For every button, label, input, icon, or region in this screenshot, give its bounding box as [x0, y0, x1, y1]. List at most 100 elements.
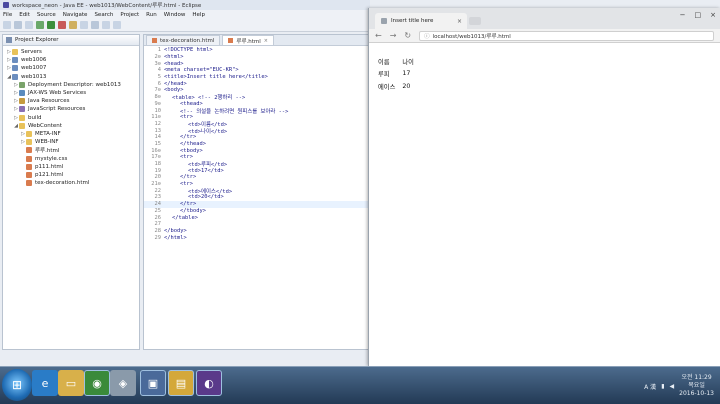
reload-icon[interactable]: ↻ — [404, 31, 411, 40]
line-number: 15 — [154, 140, 162, 147]
tree-item[interactable]: ▷ Deployment Descriptor: web1013 — [3, 81, 139, 89]
annotation-icon[interactable] — [91, 21, 99, 29]
search-icon[interactable] — [80, 21, 88, 29]
internet-explorer-icon[interactable]: e — [32, 370, 58, 396]
line-number: 26 — [154, 214, 162, 221]
folder-icon — [12, 49, 18, 56]
tree-item-label: mystyle.css — [35, 155, 68, 162]
notes-icon[interactable]: ▤ — [168, 370, 194, 396]
line-number: 28 — [154, 227, 162, 234]
tree-item[interactable]: ▷ web1007 — [3, 64, 139, 72]
line-number: 12 — [154, 120, 162, 127]
editor-tab[interactable]: 루루.html × — [222, 35, 274, 45]
menu-project[interactable]: Project — [120, 12, 139, 18]
project-explorer-title: Project Explorer — [15, 37, 59, 43]
table-row: 이름 나이 — [378, 56, 419, 67]
tree-item[interactable]: p121.html — [3, 171, 139, 179]
window-controls: − □ × — [680, 11, 716, 19]
tree-item[interactable]: ▷ JavaScript Resources — [3, 105, 139, 113]
new-tab-button[interactable] — [469, 17, 481, 25]
menu-file[interactable]: File — [3, 12, 12, 18]
menu-help[interactable]: Help — [192, 12, 205, 18]
page-info-icon[interactable]: ⓘ — [424, 32, 430, 40]
menu-window[interactable]: Window — [164, 12, 186, 18]
window-switcher-icon[interactable]: ▣ — [140, 370, 166, 396]
media-icon[interactable]: ◈ — [110, 370, 136, 396]
service-icon — [19, 90, 25, 97]
line-number: 11⊖ — [151, 114, 161, 121]
tree-item[interactable]: tex-decoration.html — [3, 179, 139, 187]
run-icon[interactable] — [47, 21, 55, 29]
tree-item[interactable]: ▷ web1006 — [3, 56, 139, 64]
tree-item[interactable]: p111.html — [3, 163, 139, 171]
start-button[interactable]: ⊞ — [2, 369, 32, 401]
line-number: 14 — [154, 134, 162, 141]
tree-item[interactable]: ▷ Servers — [3, 48, 139, 56]
browser-tab-title: Insert title here — [391, 18, 434, 24]
tree-item[interactable]: ▷ META-INF — [3, 130, 139, 138]
save-icon[interactable] — [14, 21, 22, 29]
editor-tab-label: tex-decoration.html — [160, 37, 215, 44]
close-window-icon[interactable]: × — [710, 11, 716, 19]
network-icon[interactable]: ▮ — [661, 383, 664, 390]
menu-edit[interactable]: Edit — [19, 12, 30, 18]
table-cell: 17 — [402, 70, 411, 78]
back-arrow-icon[interactable]: ← — [375, 31, 382, 40]
line-number: 8⊖ — [154, 94, 162, 101]
volume-icon[interactable]: ◀ — [670, 383, 675, 390]
address-bar[interactable]: ⓘ localhost/web1013/루루.html — [419, 30, 714, 41]
line-number: 23 — [154, 194, 162, 201]
tree-item[interactable]: ▷ WEB-INF — [3, 138, 139, 146]
menu-navigate[interactable]: Navigate — [63, 12, 88, 18]
tree-item[interactable]: 루루.html — [3, 146, 139, 154]
eclipse-title-bar: workspace_neon - Java EE - web1013/WebCo… — [0, 0, 370, 10]
file-icon — [26, 180, 32, 187]
project-explorer: Project Explorer ▷ Servers ▷ web1006 ▷ web100… — [2, 34, 140, 350]
debug-icon[interactable] — [36, 21, 44, 29]
forward-icon[interactable] — [113, 21, 121, 29]
ime-indicator[interactable]: A 漢 — [644, 382, 656, 391]
eclipse-taskbar-icon[interactable]: ◐ — [196, 370, 222, 396]
close-tab-icon[interactable]: × — [457, 18, 462, 25]
menu-run[interactable]: Run — [146, 12, 157, 18]
new-icon[interactable] — [3, 21, 11, 29]
forward-arrow-icon[interactable]: → — [390, 31, 397, 40]
code-text: </tbody> — [180, 207, 206, 214]
menu-source[interactable]: Source — [37, 12, 56, 18]
tree-item[interactable]: ▷ JAX-WS Web Services — [3, 89, 139, 97]
tree-item[interactable]: ◢ WebContent — [3, 122, 139, 130]
file-explorer-icon[interactable]: ▭ — [58, 370, 84, 396]
project-tree: ▷ Servers ▷ web1006 ▷ web1007 ◢ web1013 ▷ Deploym… — [3, 46, 139, 187]
code-line: 27 — [144, 221, 369, 228]
tree-item[interactable]: mystyle.css — [3, 154, 139, 162]
clock-date: 2016-10-13 — [679, 390, 714, 397]
open-type-icon[interactable] — [69, 21, 77, 29]
tree-item-label: build — [28, 114, 42, 121]
back-icon[interactable] — [102, 21, 110, 29]
eclipse-toolbar — [0, 19, 370, 32]
close-editor-icon[interactable]: × — [264, 38, 268, 44]
tree-item-label: Java Resources — [28, 98, 70, 105]
clock-time: 오전 11:29 — [681, 374, 712, 381]
print-icon[interactable] — [25, 21, 33, 29]
browser-tab[interactable]: Insert title here × — [375, 13, 467, 29]
table-cell: 이름 — [378, 58, 390, 66]
clock-weekday: 목요일 — [688, 382, 705, 389]
chrome-icon[interactable]: ◉ — [84, 370, 110, 396]
tree-item[interactable]: ◢ web1013 — [3, 73, 139, 81]
maximize-icon[interactable]: □ — [695, 11, 702, 19]
tree-item[interactable]: ▷ build — [3, 114, 139, 122]
clock[interactable]: 오전 11:29 목요일 2016-10-13 — [679, 374, 714, 398]
line-number: 2⊖ — [154, 54, 162, 61]
tree-item[interactable]: ▷ Java Resources — [3, 97, 139, 105]
project-explorer-tab[interactable]: Project Explorer — [3, 35, 139, 46]
code-area[interactable]: 1 <!DOCTYPE html> 2⊖ <html> 3⊖ <head> 4 <meta c… — [144, 47, 369, 241]
editor-tabs: tex-decoration.html 루루.html × — [144, 35, 369, 46]
java-icon — [19, 98, 25, 105]
minimize-icon[interactable]: − — [680, 11, 686, 19]
external-tools-icon[interactable] — [58, 21, 66, 29]
editor-tab[interactable]: tex-decoration.html — [146, 35, 221, 45]
menu-search[interactable]: Search — [94, 12, 113, 18]
code-line: 8⊖ <table> <!-- 2행하리 --> — [144, 94, 369, 101]
code-text: </body> — [164, 227, 187, 234]
